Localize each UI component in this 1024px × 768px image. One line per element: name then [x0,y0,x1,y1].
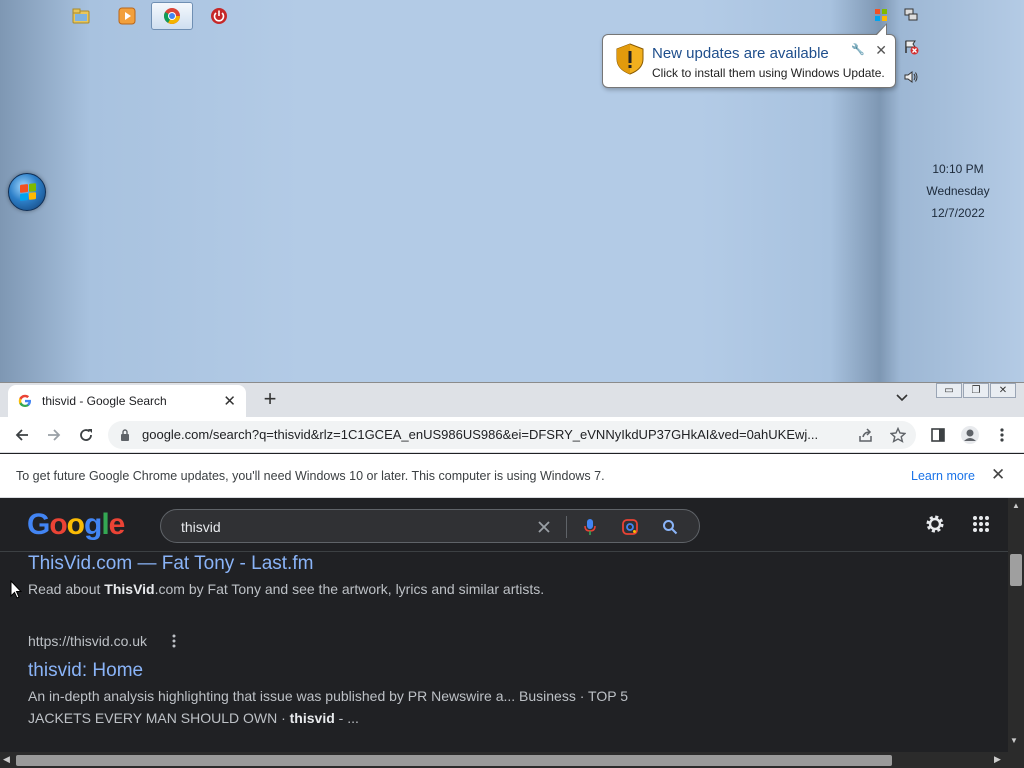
bookmark-star-icon[interactable] [890,427,906,443]
scroll-up-arrow-icon[interactable]: ▲ [1012,501,1020,510]
chrome-menu-button[interactable] [990,423,1014,447]
power-icon [211,8,227,24]
new-tab-button[interactable]: + [258,388,282,412]
browser-toolbar: google.com/search?q=thisvid&rlz=1C1GCEA_… [0,417,1024,453]
result-2-title-link[interactable]: thisvid: Home [28,660,143,682]
search-box[interactable]: thisvid [160,509,700,543]
profile-avatar-icon [961,426,979,444]
update-notification[interactable]: New updates are available Click to insta… [602,23,896,88]
taskbar-chrome[interactable] [151,2,193,30]
infobar-close-button[interactable]: ✕ [991,465,1005,485]
clock-time: 10:10 PM [932,162,984,176]
clear-search-icon[interactable] [533,516,555,538]
google-header: Google thisvid [0,498,1008,552]
search-query[interactable]: thisvid [181,519,221,535]
vertical-scrollbar[interactable]: ▲ [1008,498,1024,752]
network-icon[interactable] [902,6,920,24]
learn-more-link[interactable]: Learn more [911,469,975,483]
search-results-page: Google thisvid ThisVid.com — Fat Tony - … [0,498,1008,752]
shield-warning-icon [616,43,644,75]
mouse-cursor-icon [10,580,22,599]
options-wrench-icon[interactable]: 🔧 [851,43,865,56]
back-arrow-icon [15,429,28,441]
google-doodle-logo[interactable]: Google [27,508,125,542]
result-2-url[interactable]: https://thisvid.co.uk [28,633,147,649]
taskbar-explorer[interactable] [60,2,102,30]
start-button[interactable] [8,173,46,211]
tab-search-chevron-icon[interactable] [896,391,908,405]
notification-body: Click to install them using Windows Upda… [652,66,885,80]
reload-button[interactable] [74,423,98,447]
side-panel-button[interactable] [926,423,950,447]
side-panel-icon [931,428,945,442]
back-button[interactable] [10,423,34,447]
result-1-snippet: Read about ThisVid.com by Fat Tony and s… [28,581,545,597]
windows-logo-icon [20,183,36,201]
forward-button[interactable] [42,423,66,447]
scroll-left-arrow-icon[interactable]: ◀ [3,754,10,765]
google-apps-grid-icon[interactable] [970,513,992,535]
desktop: 10:10 PM Wednesday 12/7/2022 New updates… [0,0,1024,382]
profile-button[interactable] [958,423,982,447]
result-2-snippet-line2: JACKETS EVERY MAN SHOULD OWN · thisvid -… [28,710,359,726]
voice-search-icon[interactable] [579,516,601,538]
horizontal-scrollbar[interactable]: ◀ ▶ ▼ [0,736,1024,768]
result-2-more-options-icon[interactable] [172,634,176,653]
scroll-right-arrow-icon[interactable]: ▶ [994,754,1001,765]
google-favicon-icon [18,394,31,407]
close-window-button[interactable]: ✕ [990,383,1016,398]
horizontal-scroll-thumb[interactable] [16,755,892,766]
notification-close-button[interactable]: ✕ [875,42,887,59]
tab-google-search[interactable]: thisvid - Google Search ✕ [8,385,246,417]
update-infobar: To get future Google Chrome updates, you… [0,454,1024,498]
tab-close-button[interactable]: ✕ [223,392,236,410]
lens-search-icon[interactable] [619,516,641,538]
taskbar-media-player[interactable] [106,2,148,30]
action-center-icon[interactable] [902,38,920,56]
tab-title: thisvid - Google Search [42,394,167,408]
notification-title: New updates are available [652,45,829,62]
window-controls: ▭ ❐ ✕ [935,383,1016,398]
volume-icon[interactable] [902,68,920,86]
settings-gear-icon[interactable] [924,513,946,535]
folder-icon [72,8,90,24]
kebab-menu-icon [1000,428,1004,442]
scroll-down-arrow-icon[interactable]: ▼ [1010,736,1018,745]
clock-day: Wednesday [926,184,990,198]
search-submit-icon[interactable] [659,516,681,538]
media-player-icon [118,7,136,25]
url-text: google.com/search?q=thisvid&rlz=1C1GCEA_… [142,427,819,442]
result-2-snippet-line1: An in-depth analysis highlighting that i… [28,688,628,704]
vertical-scroll-thumb[interactable] [1010,554,1022,586]
windows-update-icon[interactable] [872,6,890,24]
clock-date: 12/7/2022 [931,206,985,220]
reload-icon [80,429,92,441]
restore-button[interactable]: ❐ [963,383,989,398]
system-clock[interactable]: 10:10 PM Wednesday 12/7/2022 [918,158,998,224]
chrome-window: thisvid - Google Search ✕ + ▭ ❐ ✕ google… [0,382,1024,768]
share-icon[interactable] [858,427,874,443]
lock-icon [121,429,129,441]
forward-arrow-icon [48,429,61,441]
infobar-message: To get future Google Chrome updates, you… [16,469,605,483]
minimize-button[interactable]: ▭ [936,383,962,398]
taskbar-power[interactable] [198,2,240,30]
result-1-title-link[interactable]: ThisVid.com — Fat Tony - Last.fm [28,553,313,575]
address-bar[interactable]: google.com/search?q=thisvid&rlz=1C1GCEA_… [108,421,916,449]
tab-strip: thisvid - Google Search ✕ + ▭ ❐ ✕ [0,383,1024,417]
chrome-icon [164,8,180,24]
